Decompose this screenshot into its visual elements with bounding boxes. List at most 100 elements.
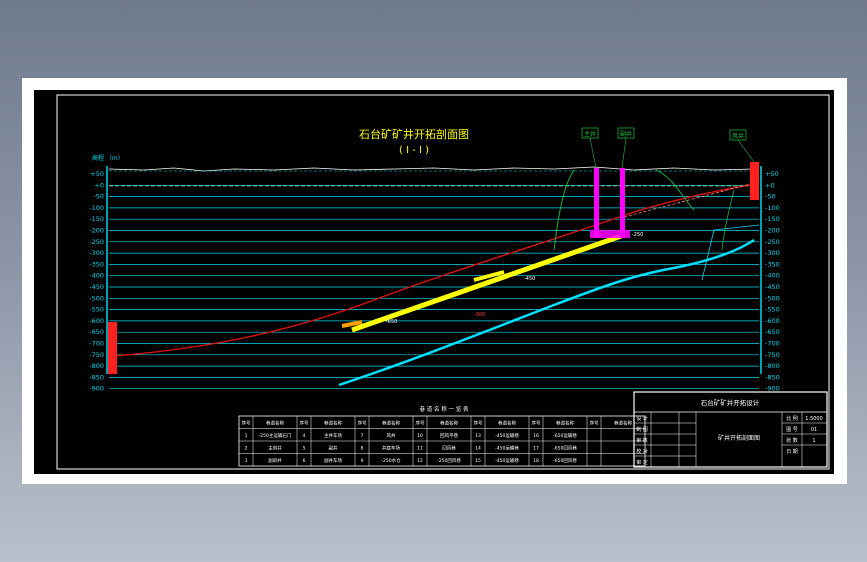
elevation-label: -400 xyxy=(765,272,780,280)
title-block: 石台矿矿井开拓设计 设 计 制 图 审 核 校 对 审 定 矿井开拓剖面图 比 … xyxy=(633,391,828,468)
elevation-label: -250 xyxy=(89,238,104,246)
elevation-label: -850 xyxy=(89,373,104,381)
shaft-bottom-station xyxy=(590,230,630,238)
table-cell: 11 xyxy=(417,446,423,452)
elevation-label: +50 xyxy=(765,170,779,178)
elevation-label: -200 xyxy=(765,227,780,235)
seam-label: -250 xyxy=(632,232,643,238)
table-cell: 2 xyxy=(245,446,248,452)
cad-drawing-area: 石台矿矿井开拓剖面图 ( I - I ) 高程 （m） +50 +0 -50 -100… xyxy=(34,90,834,474)
project-name: 石台矿矿井开拓设计 xyxy=(701,398,760,407)
table-header-cell: 序号 xyxy=(242,420,251,427)
scale-value: 1:5000 xyxy=(805,416,823,422)
sheet-value: 01 xyxy=(811,427,817,433)
elevation-label: -50 xyxy=(93,193,104,201)
elevation-labels-left: +50 +0 -50 -100 -150 -200 -250 -300 -350 -400 -450… xyxy=(89,170,104,393)
elevation-label: -650 xyxy=(89,328,104,336)
table-cell: 主斜井 xyxy=(268,445,282,452)
scale-label: 比 例 xyxy=(786,415,798,422)
table-header-cell: 巷道名称 xyxy=(614,420,632,427)
axis-note: 高程 （m） xyxy=(92,154,124,162)
table-header-cell: 巷道名称 xyxy=(324,420,342,427)
seam-label: -450 xyxy=(524,276,535,282)
main-seam-roadway xyxy=(351,232,625,333)
role-approve: 审 定 xyxy=(636,459,648,466)
table-cell: -250主运输石门 xyxy=(259,432,292,439)
table-cell: -650回风巷 xyxy=(553,458,577,464)
elevation-label: -600 xyxy=(89,317,104,325)
elevation-label: -700 xyxy=(89,340,104,348)
drawing-subtitle: ( I - I ) xyxy=(399,145,429,156)
shaft-label-main: 主井 xyxy=(581,127,599,169)
table-cell: -450运输巷 xyxy=(495,432,519,439)
table-header-cell: 序号 xyxy=(474,420,483,427)
elevation-label: -550 xyxy=(765,306,780,314)
table-cell: 井底车场 xyxy=(382,445,400,452)
table-cell: 12 xyxy=(417,458,423,464)
elevation-label: -150 xyxy=(765,215,780,223)
drawing-name: 矿井开拓剖面图 xyxy=(718,434,760,442)
table-cell: 10 xyxy=(417,433,423,439)
elevation-label: -50 xyxy=(765,193,776,201)
left-boundary-marker xyxy=(108,322,117,374)
role-check: 校 对 xyxy=(636,448,648,455)
role-review: 审 核 xyxy=(636,437,648,444)
table-header-cell: 巷道名称 xyxy=(382,420,400,427)
elevation-label: -650 xyxy=(765,328,780,336)
table-cell: 18 xyxy=(533,458,539,464)
elevation-label: -900 xyxy=(89,385,104,393)
elevation-label: -150 xyxy=(89,215,104,223)
table-cell: 主井车场 xyxy=(324,432,342,439)
elevation-labels-right: +50 +0 -50 -100 -150 -200 -250 -300 -350 -400 -450… xyxy=(765,170,780,393)
elevation-label: -350 xyxy=(765,260,780,268)
elevation-label: +0 xyxy=(94,181,104,189)
elevation-label: -850 xyxy=(765,373,780,381)
elevation-label: -800 xyxy=(89,362,104,370)
elevation-label: -100 xyxy=(89,204,104,212)
table-cell: 15 xyxy=(475,458,481,464)
elevation-label: -100 xyxy=(765,204,780,212)
table-cell: 回风平巷 xyxy=(440,433,458,439)
table-cell: 风井 xyxy=(387,432,396,439)
elevation-label: -750 xyxy=(765,351,780,359)
section-svg: 石台矿矿井开拓剖面图 ( I - I ) 高程 （m） +50 +0 -50 -100… xyxy=(56,94,830,470)
sheets-value: 1 xyxy=(812,438,815,444)
table-cell: 7 xyxy=(361,433,364,439)
auxiliary-shaft xyxy=(620,168,625,238)
table-header-cell: 序号 xyxy=(590,420,599,427)
table-cell: -250回风巷 xyxy=(437,458,461,464)
table-cell: -450运输巷 xyxy=(495,457,519,464)
table-header-cell: 巷道名称 xyxy=(498,420,516,427)
table-cell: -250水仓 xyxy=(381,457,401,464)
elevation-label: +50 xyxy=(90,170,104,178)
role-drafting: 制 图 xyxy=(636,426,648,433)
table-cell: 17 xyxy=(533,446,539,452)
table-cell: 副井车场 xyxy=(324,457,342,464)
elevation-label: -300 xyxy=(89,249,104,257)
table-cell: 8 xyxy=(361,446,364,452)
roadway-table: 序号123巷道名称-250主运输石门主斜井副斜井序号456巷道名称主井车场副井副… xyxy=(238,415,646,467)
table-cell: 6 xyxy=(303,458,306,464)
table-header-cell: 巷道名称 xyxy=(266,420,284,427)
table-header-cell: 巷道名称 xyxy=(440,420,458,427)
elevation-label: -200 xyxy=(89,227,104,235)
table-header-cell: 序号 xyxy=(300,420,309,427)
table-cell: 3 xyxy=(245,458,248,464)
table-cell: -650回风巷 xyxy=(553,446,577,452)
contour-far xyxy=(721,189,735,251)
elevation-label: -400 xyxy=(89,272,104,280)
elevation-label: -700 xyxy=(765,340,780,348)
role-design: 设 计 xyxy=(636,415,648,422)
date-label: 日 期 xyxy=(786,449,798,455)
drawing-sheet: 石台矿矿井开拓剖面图 ( I - I ) 高程 （m） +50 +0 -50 -100… xyxy=(22,78,847,484)
elevation-label: -550 xyxy=(89,306,104,314)
elevation-label: -800 xyxy=(765,362,780,370)
svg-text:主井: 主井 xyxy=(584,130,596,138)
shaft-label-ventilation: 风井 xyxy=(729,129,755,163)
table-cell: 1 xyxy=(245,433,248,439)
shaft-label-auxiliary: 副井 xyxy=(617,127,635,169)
table-header-cell: 巷道名称 xyxy=(556,420,574,427)
table-header-cell: 序号 xyxy=(358,420,367,427)
ventilation-shaft xyxy=(750,162,759,200)
elevation-label: -500 xyxy=(89,294,104,302)
